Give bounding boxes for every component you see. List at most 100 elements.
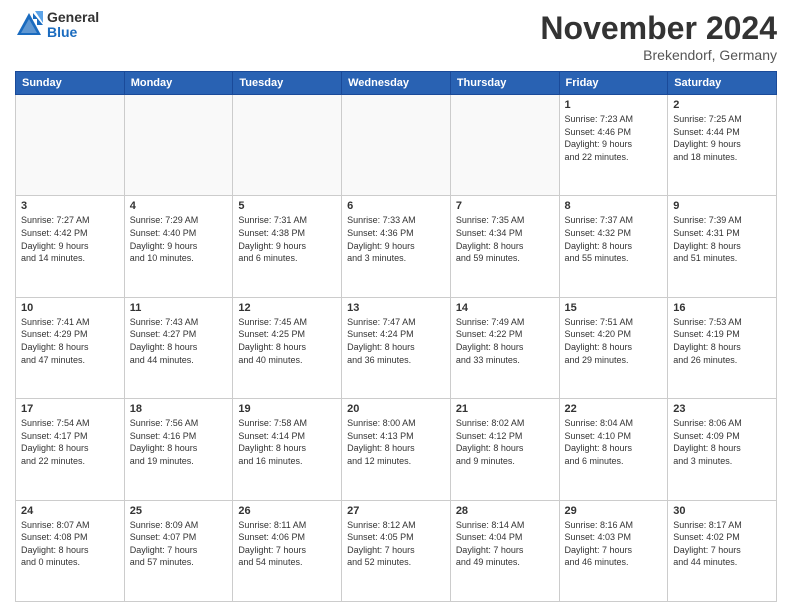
calendar-cell: 11Sunrise: 7:43 AM Sunset: 4:27 PM Dayli… [124, 297, 233, 398]
weekday-header-wednesday: Wednesday [342, 72, 451, 95]
calendar-cell: 13 Sunrise: 7:47 AM Sunset: 4:24 PM Dayli… [342, 297, 451, 398]
weekday-header-tuesday: Tuesday [233, 72, 342, 95]
weekday-header-friday: Friday [559, 72, 668, 95]
page: General Blue November 2024 Brekendorf, G… [0, 0, 792, 612]
day-number: 3 [21, 200, 119, 212]
calendar-cell [233, 95, 342, 196]
calendar-cell: 20Sunrise: 8:00 AM Sunset: 4:13 PM Dayli… [342, 399, 451, 500]
calendar-week-4: 17 Sunrise: 7:54 AM Sunset: 4:17 PM Dayli… [16, 399, 777, 500]
day-number: 22 [565, 403, 663, 415]
logo-blue-label: Blue [47, 25, 99, 40]
day-number: 25 [130, 505, 228, 517]
calendar-week-5: 24Sunrise: 8:07 AM Sunset: 4:08 PM Dayli… [16, 500, 777, 601]
day-info: Sunrise: 7:58 AM Sunset: 4:14 PM Dayligh… [238, 417, 336, 467]
day-info: Sunrise: 7:33 AM Sunset: 4:36 PM Dayligh… [347, 214, 445, 264]
header: General Blue November 2024 Brekendorf, G… [15, 10, 777, 63]
day-number: 28 [456, 505, 554, 517]
calendar-cell: 9Sunrise: 7:39 AM Sunset: 4:31 PM Daylig… [668, 196, 777, 297]
day-info: Sunrise: 8:00 AM Sunset: 4:13 PM Dayligh… [347, 417, 445, 467]
day-number: 23 [673, 403, 771, 415]
title-block: November 2024 Brekendorf, Germany [540, 10, 777, 63]
weekday-header-saturday: Saturday [668, 72, 777, 95]
day-info: Sunrise: 8:04 AM Sunset: 4:10 PM Dayligh… [565, 417, 663, 467]
calendar-cell: 1 Sunrise: 7:23 AM Sunset: 4:46 PM Daylig… [559, 95, 668, 196]
day-info: Sunrise: 7:27 AM Sunset: 4:42 PM Dayligh… [21, 214, 119, 264]
day-number: 30 [673, 505, 771, 517]
day-info: Sunrise: 7:25 AM Sunset: 4:44 PM Dayligh… [673, 113, 771, 163]
weekday-row: SundayMondayTuesdayWednesdayThursdayFrid… [16, 72, 777, 95]
day-number: 27 [347, 505, 445, 517]
calendar-table: SundayMondayTuesdayWednesdayThursdayFrid… [15, 71, 777, 602]
calendar-cell: 25Sunrise: 8:09 AM Sunset: 4:07 PM Dayli… [124, 500, 233, 601]
day-number: 26 [238, 505, 336, 517]
calendar-cell: 5Sunrise: 7:31 AM Sunset: 4:38 PM Daylig… [233, 196, 342, 297]
day-number: 13 [347, 302, 445, 314]
day-info: Sunrise: 7:45 AM Sunset: 4:25 PM Dayligh… [238, 316, 336, 366]
logo: General Blue [15, 10, 99, 41]
calendar-cell: 7Sunrise: 7:35 AM Sunset: 4:34 PM Daylig… [450, 196, 559, 297]
day-number: 24 [21, 505, 119, 517]
calendar-cell: 17 Sunrise: 7:54 AM Sunset: 4:17 PM Dayli… [16, 399, 125, 500]
logo-general-label: General [47, 10, 99, 25]
day-number: 21 [456, 403, 554, 415]
calendar-cell: 4 Sunrise: 7:29 AM Sunset: 4:40 PM Daylig… [124, 196, 233, 297]
calendar-cell [342, 95, 451, 196]
day-number: 11 [130, 302, 228, 314]
calendar-cell: 29 Sunrise: 8:16 AM Sunset: 4:03 PM Dayli… [559, 500, 668, 601]
day-info: Sunrise: 7:23 AM Sunset: 4:46 PM Dayligh… [565, 113, 663, 163]
logo-icon [15, 11, 43, 39]
calendar-cell: 10Sunrise: 7:41 AM Sunset: 4:29 PM Dayli… [16, 297, 125, 398]
day-number: 7 [456, 200, 554, 212]
calendar-cell [124, 95, 233, 196]
calendar-cell: 18Sunrise: 7:56 AM Sunset: 4:16 PM Dayli… [124, 399, 233, 500]
weekday-header-monday: Monday [124, 72, 233, 95]
calendar-week-3: 10Sunrise: 7:41 AM Sunset: 4:29 PM Dayli… [16, 297, 777, 398]
day-info: Sunrise: 7:47 AM Sunset: 4:24 PM Dayligh… [347, 316, 445, 366]
calendar-week-2: 3 Sunrise: 7:27 AM Sunset: 4:42 PM Daylig… [16, 196, 777, 297]
day-number: 16 [673, 302, 771, 314]
day-info: Sunrise: 8:16 AM Sunset: 4:03 PM Dayligh… [565, 519, 663, 569]
day-info: Sunrise: 8:11 AM Sunset: 4:06 PM Dayligh… [238, 519, 336, 569]
day-info: Sunrise: 7:51 AM Sunset: 4:20 PM Dayligh… [565, 316, 663, 366]
day-number: 12 [238, 302, 336, 314]
day-info: Sunrise: 8:17 AM Sunset: 4:02 PM Dayligh… [673, 519, 771, 569]
calendar-header: SundayMondayTuesdayWednesdayThursdayFrid… [16, 72, 777, 95]
day-number: 8 [565, 200, 663, 212]
day-info: Sunrise: 7:37 AM Sunset: 4:32 PM Dayligh… [565, 214, 663, 264]
calendar-cell: 23Sunrise: 8:06 AM Sunset: 4:09 PM Dayli… [668, 399, 777, 500]
calendar-cell: 21 Sunrise: 8:02 AM Sunset: 4:12 PM Dayli… [450, 399, 559, 500]
weekday-header-thursday: Thursday [450, 72, 559, 95]
calendar-cell: 16Sunrise: 7:53 AM Sunset: 4:19 PM Dayli… [668, 297, 777, 398]
calendar-cell: 3 Sunrise: 7:27 AM Sunset: 4:42 PM Daylig… [16, 196, 125, 297]
calendar-cell: 12 Sunrise: 7:45 AM Sunset: 4:25 PM Dayli… [233, 297, 342, 398]
month-title: November 2024 [540, 10, 777, 47]
day-info: Sunrise: 7:29 AM Sunset: 4:40 PM Dayligh… [130, 214, 228, 264]
day-info: Sunrise: 8:12 AM Sunset: 4:05 PM Dayligh… [347, 519, 445, 569]
calendar-cell: 24Sunrise: 8:07 AM Sunset: 4:08 PM Dayli… [16, 500, 125, 601]
calendar-cell: 22 Sunrise: 8:04 AM Sunset: 4:10 PM Dayli… [559, 399, 668, 500]
day-info: Sunrise: 7:54 AM Sunset: 4:17 PM Dayligh… [21, 417, 119, 467]
calendar-week-1: 1 Sunrise: 7:23 AM Sunset: 4:46 PM Daylig… [16, 95, 777, 196]
day-number: 4 [130, 200, 228, 212]
day-number: 17 [21, 403, 119, 415]
day-number: 15 [565, 302, 663, 314]
day-number: 5 [238, 200, 336, 212]
day-number: 1 [565, 99, 663, 111]
calendar-cell: 15 Sunrise: 7:51 AM Sunset: 4:20 PM Dayli… [559, 297, 668, 398]
calendar-cell: 19Sunrise: 7:58 AM Sunset: 4:14 PM Dayli… [233, 399, 342, 500]
day-info: Sunrise: 7:49 AM Sunset: 4:22 PM Dayligh… [456, 316, 554, 366]
location-label: Brekendorf, Germany [540, 47, 777, 63]
day-number: 29 [565, 505, 663, 517]
day-info: Sunrise: 8:14 AM Sunset: 4:04 PM Dayligh… [456, 519, 554, 569]
calendar-cell: 2Sunrise: 7:25 AM Sunset: 4:44 PM Daylig… [668, 95, 777, 196]
day-info: Sunrise: 8:02 AM Sunset: 4:12 PM Dayligh… [456, 417, 554, 467]
day-info: Sunrise: 7:56 AM Sunset: 4:16 PM Dayligh… [130, 417, 228, 467]
calendar-cell [16, 95, 125, 196]
calendar-cell [450, 95, 559, 196]
calendar: SundayMondayTuesdayWednesdayThursdayFrid… [15, 71, 777, 602]
day-info: Sunrise: 7:41 AM Sunset: 4:29 PM Dayligh… [21, 316, 119, 366]
day-info: Sunrise: 7:39 AM Sunset: 4:31 PM Dayligh… [673, 214, 771, 264]
day-number: 14 [456, 302, 554, 314]
weekday-header-sunday: Sunday [16, 72, 125, 95]
calendar-cell: 26 Sunrise: 8:11 AM Sunset: 4:06 PM Dayli… [233, 500, 342, 601]
